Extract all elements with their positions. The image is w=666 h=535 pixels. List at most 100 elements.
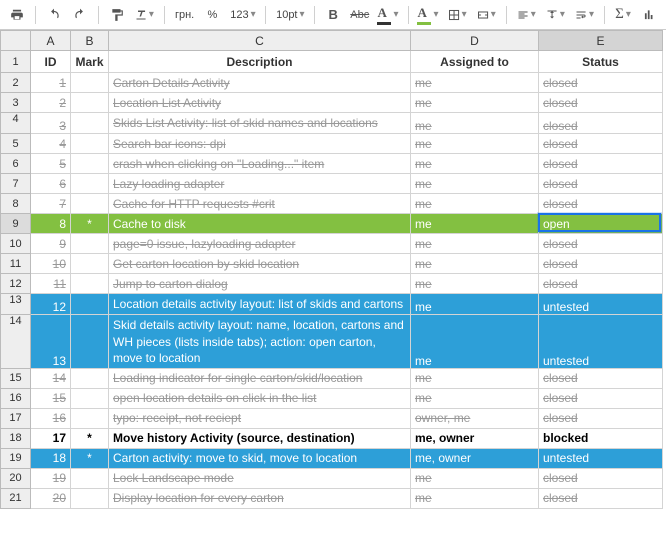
cell-id[interactable]: 7: [31, 194, 71, 214]
row-header[interactable]: 10: [1, 234, 31, 254]
cell-mark[interactable]: *: [71, 448, 109, 468]
row-header[interactable]: 4: [1, 113, 31, 134]
cell-assn[interactable]: me: [411, 254, 539, 274]
cell-stat[interactable]: untested: [539, 448, 663, 468]
cell-mark[interactable]: [71, 315, 109, 369]
table-row[interactable]: 1312Location details activity layout: li…: [1, 294, 663, 315]
row-header[interactable]: 9: [1, 214, 31, 234]
cell-id[interactable]: 17: [31, 428, 71, 448]
table-row[interactable]: 87Cache for HTTP requests #critmeclosed: [1, 194, 663, 214]
row-header[interactable]: 11: [1, 254, 31, 274]
merge-cells-button[interactable]: ▾: [474, 4, 499, 26]
cell-assn[interactable]: me: [411, 214, 539, 234]
cell-stat[interactable]: closed: [539, 113, 663, 134]
row-header[interactable]: 14: [1, 315, 31, 369]
cell-mark[interactable]: [71, 388, 109, 408]
row-header[interactable]: 8: [1, 194, 31, 214]
paint-format-icon[interactable]: [106, 4, 128, 26]
cell-desc[interactable]: Carton activity: move to skid, move to l…: [109, 448, 411, 468]
cell-mark[interactable]: [71, 488, 109, 508]
cell-desc[interactable]: Skids List Activity: list of skid names …: [109, 113, 411, 134]
cell-assn[interactable]: owner, me: [411, 408, 539, 428]
table-row[interactable]: 1413 Skid details activity layout: name, …: [1, 315, 663, 369]
row-header[interactable]: 21: [1, 488, 31, 508]
cell-id[interactable]: 11: [31, 274, 71, 294]
align-button[interactable]: ▾: [514, 4, 539, 26]
table-row[interactable]: 98*Cache to diskmeopen: [1, 214, 663, 234]
row-header[interactable]: 5: [1, 134, 31, 154]
cell-id[interactable]: 13: [31, 315, 71, 369]
cell-assn[interactable]: me, owner: [411, 448, 539, 468]
cell-desc[interactable]: Location List Activity: [109, 93, 411, 113]
redo-icon[interactable]: [69, 4, 91, 26]
cell-stat[interactable]: closed: [539, 234, 663, 254]
table-row[interactable]: 2120Display location for every cartonmec…: [1, 488, 663, 508]
cell-assn[interactable]: me: [411, 274, 539, 294]
undo-icon[interactable]: [43, 4, 65, 26]
cell-assn[interactable]: me: [411, 134, 539, 154]
cell-desc[interactable]: Location details activity layout: list o…: [109, 294, 411, 315]
row-header[interactable]: 6: [1, 154, 31, 174]
cell-desc[interactable]: typo: receipt, not reciept: [109, 408, 411, 428]
cell-id[interactable]: 10: [31, 254, 71, 274]
cell-assn[interactable]: me: [411, 73, 539, 93]
col-header-C[interactable]: C: [109, 31, 411, 51]
cell-desc[interactable]: Skid details activity layout: name, loca…: [109, 315, 411, 369]
header-assn[interactable]: Assigned to: [411, 51, 539, 73]
header-stat[interactable]: Status: [539, 51, 663, 73]
cell-mark[interactable]: [71, 113, 109, 134]
cell-mark[interactable]: [71, 194, 109, 214]
cell-mark[interactable]: [71, 294, 109, 315]
cell-stat[interactable]: closed: [539, 408, 663, 428]
cell-assn[interactable]: me: [411, 174, 539, 194]
cell-stat[interactable]: closed: [539, 174, 663, 194]
cell-desc[interactable]: Get carton location by skid location: [109, 254, 411, 274]
cell-assn[interactable]: me: [411, 113, 539, 134]
wrap-button[interactable]: ▾: [572, 4, 597, 26]
cell-mark[interactable]: *: [71, 214, 109, 234]
table-row[interactable]: 1716typo: receipt, not recieptowner, mec…: [1, 408, 663, 428]
row-header[interactable]: 1: [1, 51, 31, 73]
cell-desc[interactable]: Lazy loading adapter: [109, 174, 411, 194]
cell-desc[interactable]: Search bar icons: dpi: [109, 134, 411, 154]
cell-id[interactable]: 2: [31, 93, 71, 113]
header-row[interactable]: 1 ID Mark Description Assigned to Status: [1, 51, 663, 73]
table-row[interactable]: 54Search bar icons: dpimeclosed: [1, 134, 663, 154]
table-row[interactable]: 43 Skids List Activity: list of skid name…: [1, 113, 663, 134]
font-color-button[interactable]: A▾: [375, 4, 400, 26]
cell-mark[interactable]: [71, 468, 109, 488]
row-header[interactable]: 2: [1, 73, 31, 93]
cell-stat[interactable]: closed: [539, 73, 663, 93]
cell-stat[interactable]: closed: [539, 388, 663, 408]
cell-mark[interactable]: [71, 234, 109, 254]
header-id[interactable]: ID: [31, 51, 71, 73]
cell-assn[interactable]: me: [411, 388, 539, 408]
bold-button[interactable]: B: [322, 4, 344, 26]
cell-id[interactable]: 20: [31, 488, 71, 508]
cell-id[interactable]: 8: [31, 214, 71, 234]
cell-id[interactable]: 16: [31, 408, 71, 428]
table-row[interactable]: 2019Lock Landscape modemeclosed: [1, 468, 663, 488]
row-header[interactable]: 20: [1, 468, 31, 488]
row-header[interactable]: 7: [1, 174, 31, 194]
cell-stat[interactable]: closed: [539, 254, 663, 274]
cell-stat[interactable]: closed: [539, 488, 663, 508]
cell-id[interactable]: 5: [31, 154, 71, 174]
cell-stat[interactable]: untested: [539, 315, 663, 369]
cell-id[interactable]: 3: [31, 113, 71, 134]
table-row[interactable]: 76Lazy loading adaptermeclosed: [1, 174, 663, 194]
row-header[interactable]: 3: [1, 93, 31, 113]
cell-id[interactable]: 15: [31, 388, 71, 408]
cell-desc[interactable]: Move history Activity (source, destinati…: [109, 428, 411, 448]
cell-assn[interactable]: me: [411, 294, 539, 315]
table-row[interactable]: 1110 Get carton location by skid location…: [1, 254, 663, 274]
select-all-corner[interactable]: [1, 31, 31, 51]
table-row[interactable]: 1615open location details on click in th…: [1, 388, 663, 408]
cell-assn[interactable]: me: [411, 194, 539, 214]
cell-mark[interactable]: [71, 174, 109, 194]
cell-assn[interactable]: me: [411, 468, 539, 488]
sigma-icon[interactable]: Σ▾: [612, 4, 634, 26]
cell-stat[interactable]: closed: [539, 154, 663, 174]
cell-id[interactable]: 1: [31, 73, 71, 93]
col-header-E[interactable]: E: [539, 31, 663, 51]
